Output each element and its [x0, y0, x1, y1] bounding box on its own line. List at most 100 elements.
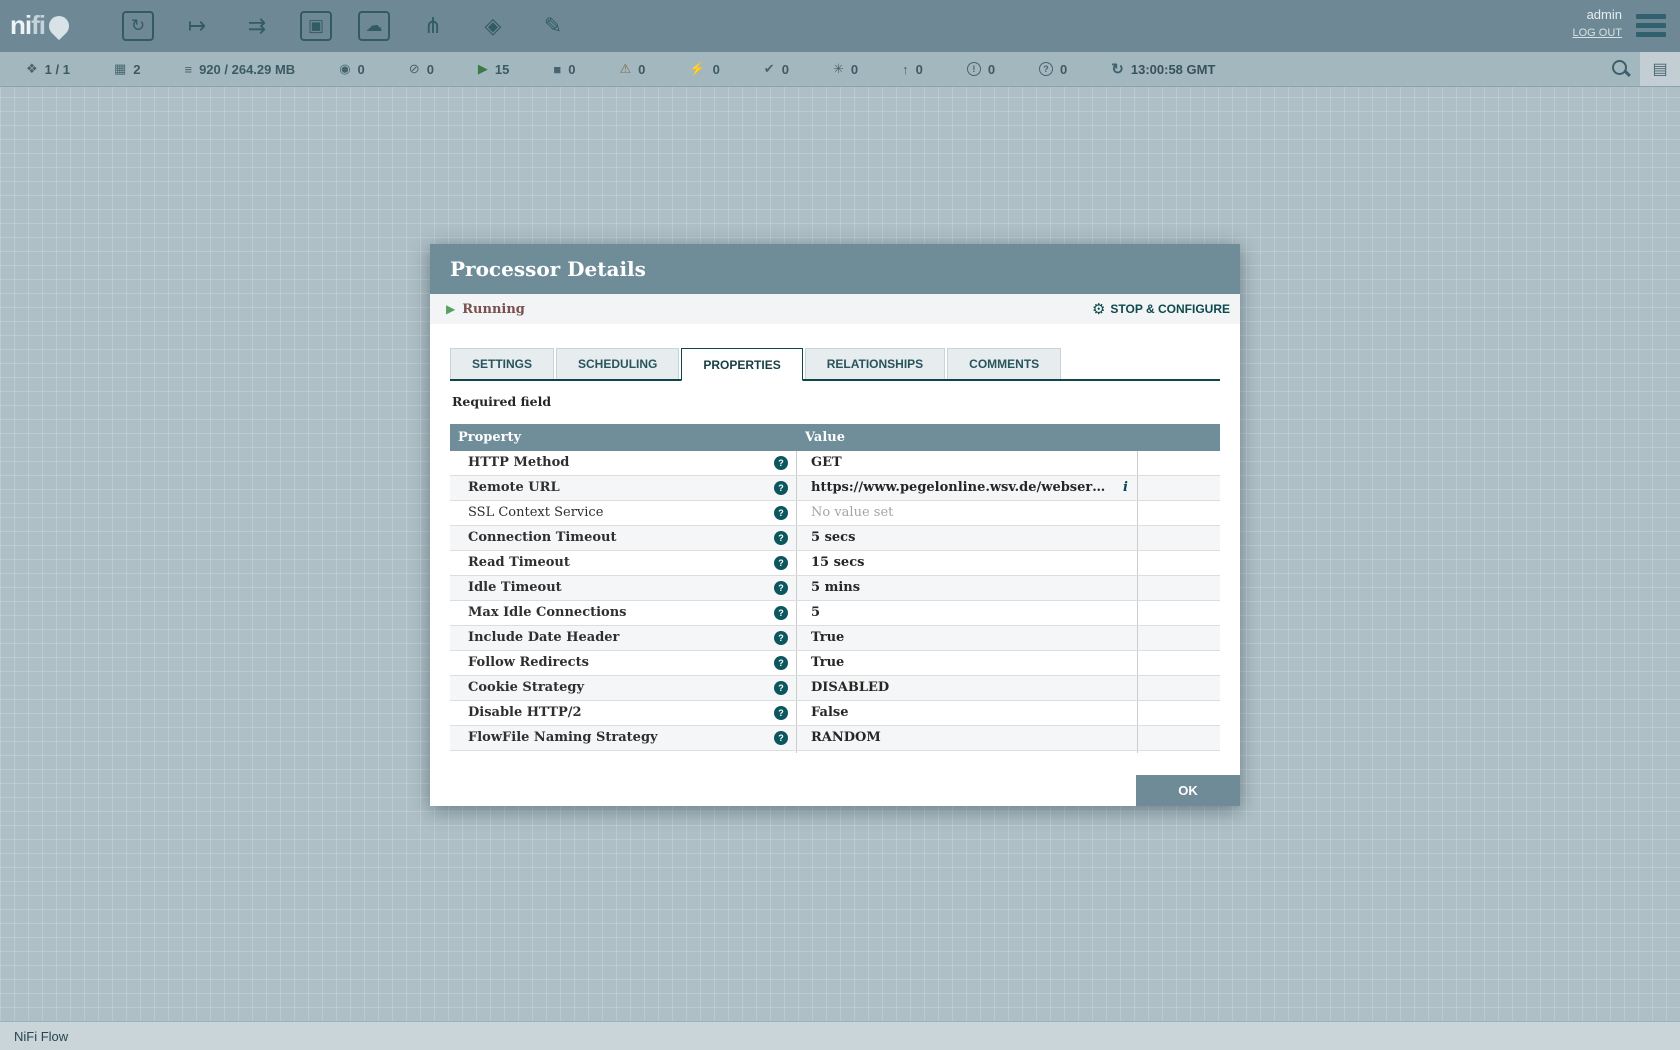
- help-icon[interactable]: ?: [774, 531, 788, 545]
- property-name-cell: Cookie Strategy?: [450, 676, 797, 700]
- status-cluster: ❖1 / 1: [26, 61, 70, 77]
- flow-settings-button[interactable]: ▤: [1640, 52, 1680, 86]
- refresh-control[interactable]: ↻ 13:00:58 GMT: [1111, 60, 1215, 78]
- status-running: ▶15: [478, 61, 509, 77]
- property-value-cell: GET: [797, 451, 1138, 475]
- flow-status-bar: ❖1 / 1▦2≡920 / 264.29 MB◉0⊘0▶15■0⚠0⚡0✔0✳…: [0, 52, 1680, 87]
- property-row: SSL Context Service?No value set: [450, 501, 1220, 526]
- locally-modified-stale-icon: !: [967, 62, 981, 76]
- property-row: Attributes to Send?No value set: [450, 751, 1220, 753]
- dialog-header: Processor Details: [430, 244, 1240, 294]
- property-value: GET: [811, 455, 842, 470]
- property-value: True: [811, 655, 844, 670]
- document-icon: ▤: [1652, 59, 1667, 79]
- help-icon[interactable]: ?: [774, 481, 788, 495]
- threads-icon: ▦: [114, 61, 126, 77]
- help-icon[interactable]: ?: [774, 706, 788, 720]
- property-name-cell: Read Timeout?: [450, 551, 797, 575]
- help-icon[interactable]: ?: [774, 631, 788, 645]
- ok-button[interactable]: OK: [1136, 775, 1240, 806]
- property-value: 5: [811, 605, 820, 620]
- remote-process-group-icon[interactable]: ☁: [358, 11, 390, 41]
- help-icon[interactable]: ?: [774, 656, 788, 670]
- run-state: ▶ Running: [446, 294, 525, 324]
- property-column-header: Property: [450, 424, 797, 451]
- property-name: Max Idle Connections: [468, 605, 627, 620]
- current-user: admin: [1572, 6, 1622, 24]
- property-row-spacer: [1138, 726, 1220, 750]
- processor-icon[interactable]: ↻: [122, 11, 154, 41]
- run-status-label: Running: [462, 302, 525, 317]
- input-port-icon[interactable]: ↦: [180, 9, 214, 43]
- property-name-cell: HTTP Method?: [450, 451, 797, 475]
- tab-properties[interactable]: PROPERTIES: [681, 348, 802, 381]
- label-icon[interactable]: ✎: [536, 9, 570, 43]
- property-row: Include Date Header? True: [450, 626, 1220, 651]
- status-threads-count: 2: [133, 62, 140, 77]
- property-value-cell: 15 secs: [797, 551, 1138, 575]
- nifi-logo: nifi: [10, 10, 69, 41]
- output-port-icon[interactable]: ⇉: [240, 9, 274, 43]
- property-value: True: [811, 630, 844, 645]
- help-icon[interactable]: ?: [774, 506, 788, 520]
- property-value-cell: 5: [797, 601, 1138, 625]
- property-value: DISABLED: [811, 680, 889, 695]
- property-row: Read Timeout?15 secs: [450, 551, 1220, 576]
- property-row-spacer: [1138, 526, 1220, 550]
- info-icon[interactable]: i: [1123, 476, 1128, 500]
- global-menu-button[interactable]: [1636, 14, 1666, 41]
- refresh-icon: ↻: [1111, 60, 1124, 78]
- property-value: 5 secs: [811, 530, 855, 545]
- status-queued: ≡920 / 264.29 MB: [184, 62, 295, 77]
- status-stale-count: 0: [916, 62, 923, 77]
- tab-settings[interactable]: SETTINGS: [450, 348, 554, 379]
- locally-modified-icon: ✳: [833, 61, 844, 77]
- help-icon[interactable]: ?: [774, 606, 788, 620]
- property-name-cell: Connection Timeout?: [450, 526, 797, 550]
- funnel-icon[interactable]: ⋔: [416, 9, 450, 43]
- property-value-cell: No value set: [797, 751, 1138, 753]
- property-row-spacer: [1138, 576, 1220, 600]
- help-icon[interactable]: ?: [774, 456, 788, 470]
- logout-link[interactable]: LOG OUT: [1572, 24, 1622, 42]
- status-transmitting: ◉0: [339, 61, 365, 77]
- running-icon: ▶: [478, 61, 488, 77]
- property-row-spacer: [1138, 476, 1220, 500]
- running-icon: ▶: [446, 302, 455, 316]
- property-value: RANDOM: [811, 730, 881, 745]
- status-disabled: ⚡0: [689, 61, 719, 77]
- help-icon[interactable]: ?: [774, 731, 788, 745]
- dialog-status-row: ▶ Running ⚙ STOP & CONFIGURE: [430, 294, 1240, 324]
- property-name: Connection Timeout: [468, 530, 616, 545]
- tab-relationships[interactable]: RELATIONSHIPS: [805, 348, 945, 379]
- status-locally-modified: ✳0: [833, 61, 858, 77]
- property-value: False: [811, 705, 848, 720]
- search-button[interactable]: [1612, 60, 1630, 78]
- status-locally-modified-stale: !0: [967, 62, 995, 77]
- stop-and-configure-button[interactable]: ⚙ STOP & CONFIGURE: [1092, 294, 1230, 324]
- status-sync-failure: ?0: [1039, 62, 1067, 77]
- help-icon[interactable]: ?: [774, 556, 788, 570]
- property-name-cell: Remote URL?: [450, 476, 797, 500]
- property-row: Max Idle Connections? 5: [450, 601, 1220, 626]
- property-name: Disable HTTP/2: [468, 705, 582, 720]
- property-name: Include Date Header: [468, 630, 619, 645]
- value-column-header: Value: [797, 424, 1138, 451]
- help-icon[interactable]: ?: [774, 681, 788, 695]
- template-icon[interactable]: ◈: [476, 9, 510, 43]
- help-icon[interactable]: ?: [774, 581, 788, 595]
- breadcrumb-root[interactable]: NiFi Flow: [14, 1029, 68, 1044]
- tab-comments[interactable]: COMMENTS: [947, 348, 1061, 379]
- property-name: Follow Redirects: [468, 655, 589, 670]
- property-value: No value set: [811, 505, 893, 520]
- up-to-date-icon: ✔: [764, 61, 775, 77]
- properties-table-header: Property Value: [450, 424, 1220, 451]
- logo-text: nifi: [10, 10, 45, 41]
- not-transmitting-icon: ⊘: [409, 61, 420, 77]
- status-queued-count: 920 / 264.29 MB: [199, 62, 295, 77]
- tab-scheduling[interactable]: SCHEDULING: [556, 348, 679, 379]
- property-row-spacer: [1138, 701, 1220, 725]
- property-value: https://www.pegelonline.wsv.de/webservic…: [811, 480, 1138, 495]
- process-group-icon[interactable]: ▣: [300, 11, 332, 41]
- property-row: Cookie Strategy? DISABLED: [450, 676, 1220, 701]
